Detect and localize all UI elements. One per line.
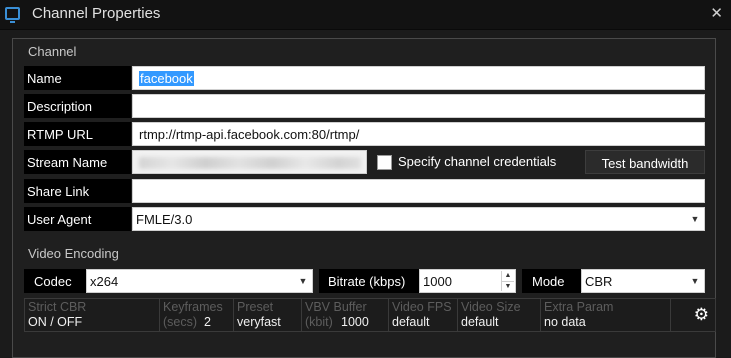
- vbv-buffer-cell[interactable]: VBV Buffer (kbit) 1000: [302, 299, 389, 331]
- preset-label: Preset: [237, 300, 274, 314]
- codec-select[interactable]: x264 ▼: [86, 269, 313, 293]
- strict-cbr-on: ON: [28, 315, 47, 329]
- description-field[interactable]: [132, 94, 705, 118]
- share-link-label: Share Link: [24, 179, 131, 203]
- user-agent-select[interactable]: FMLE/3.0 ▼: [132, 207, 705, 231]
- keyframes-value: 2: [204, 315, 211, 329]
- name-field[interactable]: facebook: [132, 66, 705, 90]
- vbv-buffer-unit: (kbit): [305, 315, 333, 329]
- close-icon[interactable]: ✕: [710, 4, 723, 22]
- chevron-down-icon: ▼: [690, 276, 700, 286]
- strict-cbr-cell[interactable]: Strict CBR ON / OFF: [25, 299, 160, 331]
- vbv-buffer-label: VBV Buffer: [305, 300, 367, 314]
- test-bandwidth-button[interactable]: Test bandwidth: [585, 150, 705, 174]
- name-row: Name facebook: [24, 66, 705, 90]
- extra-param-value: no data: [544, 315, 586, 329]
- video-size-value: default: [461, 315, 499, 329]
- user-agent-row: User Agent FMLE/3.0 ▼: [24, 207, 705, 231]
- extra-param-label: Extra Param: [544, 300, 614, 314]
- encoding-params-bar[interactable]: Strict CBR ON / OFF Keyframes (secs) 2 P…: [24, 298, 716, 332]
- codec-value: x264: [90, 274, 119, 289]
- stream-key-redacted: [139, 157, 361, 169]
- vbv-buffer-value: 1000: [341, 315, 369, 329]
- name-value: facebook: [139, 71, 194, 86]
- share-link-field[interactable]: [132, 179, 705, 203]
- window-title: Channel Properties: [32, 5, 161, 22]
- stream-row: Stream Name Specify channel credentials …: [24, 150, 705, 174]
- mode-label: Mode: [522, 269, 581, 293]
- gear-icon[interactable]: ⚙: [694, 305, 709, 325]
- bitrate-label: Bitrate (kbps): [319, 269, 419, 293]
- mode-select[interactable]: CBR ▼: [581, 269, 705, 293]
- app-window-icon: [5, 7, 20, 23]
- credentials-label: Specify channel credentials: [398, 154, 557, 169]
- video-fps-cell[interactable]: Video FPS default: [389, 299, 458, 331]
- keyframes-label: Keyframes: [163, 300, 223, 314]
- strict-cbr-label: Strict CBR: [28, 300, 87, 314]
- video-size-label: Video Size: [461, 300, 521, 314]
- channel-section-title: Channel: [28, 44, 77, 59]
- title-bar: Channel Properties ✕: [0, 0, 731, 30]
- bitrate-input[interactable]: 1000 ▲ ▼: [419, 269, 516, 293]
- rtmp-label: RTMP URL: [24, 122, 131, 146]
- credentials-checkbox[interactable]: [377, 155, 392, 170]
- mode-value: CBR: [585, 274, 613, 289]
- preset-value: veryfast: [237, 315, 281, 329]
- video-fps-value: default: [392, 315, 430, 329]
- user-agent-label: User Agent: [24, 207, 131, 231]
- name-label: Name: [24, 66, 131, 90]
- chevron-down-icon: ▼: [298, 276, 308, 286]
- user-agent-value: FMLE/3.0: [136, 212, 193, 227]
- video-encoding-section-title: Video Encoding: [28, 246, 119, 261]
- preset-cell[interactable]: Preset veryfast: [234, 299, 302, 331]
- stream-name-field[interactable]: [132, 150, 367, 174]
- bitrate-row: Bitrate (kbps) 1000 ▲ ▼: [319, 269, 516, 293]
- keyframes-unit: (secs): [163, 315, 198, 329]
- keyframes-cell[interactable]: Keyframes (secs) 2: [160, 299, 234, 331]
- stream-name-label: Stream Name: [24, 150, 131, 174]
- spin-up-icon[interactable]: ▲: [501, 271, 514, 281]
- strict-cbr-off: / OFF: [46, 315, 83, 329]
- video-size-cell[interactable]: Video Size default: [458, 299, 541, 331]
- channel-properties-panel: Channel Name facebook Description RTMP U…: [12, 38, 716, 358]
- rtmp-url-field[interactable]: rtmp://rtmp-api.facebook.com:80/rtmp/: [132, 122, 705, 146]
- video-fps-label: Video FPS: [392, 300, 452, 314]
- share-row: Share Link: [24, 179, 705, 203]
- extra-param-cell[interactable]: Extra Param no data: [541, 299, 671, 331]
- rtmp-row: RTMP URL rtmp://rtmp-api.facebook.com:80…: [24, 122, 705, 146]
- codec-label: Codec: [24, 269, 86, 293]
- description-row: Description: [24, 94, 705, 118]
- mode-row: Mode CBR ▼: [522, 269, 705, 293]
- codec-row: Codec x264 ▼: [24, 269, 314, 293]
- bitrate-value: 1000: [423, 274, 452, 289]
- chevron-down-icon: ▼: [690, 214, 700, 224]
- spin-down-icon[interactable]: ▼: [501, 281, 514, 291]
- description-label: Description: [24, 94, 131, 118]
